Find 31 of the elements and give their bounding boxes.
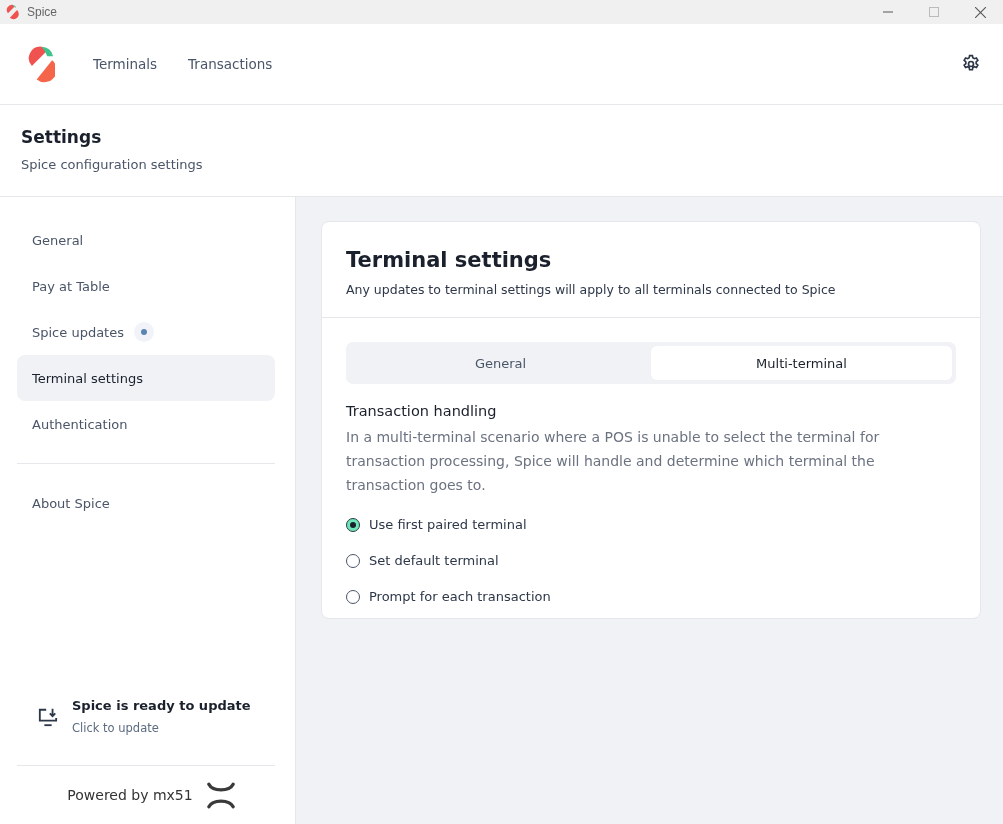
card-subtitle: Any updates to terminal settings will apply to all terminals connected to Spice [346,282,837,297]
radio-label[interactable]: Use first paired terminal [369,517,527,532]
update-link[interactable]: Click to update [72,721,251,735]
sidebar-item[interactable]: Spice updates [17,309,275,355]
page-subtitle: Spice configuration settings [21,157,204,172]
close-icon [974,6,986,18]
powered-by-text: Powered by mx51 [67,787,193,803]
settings-icon[interactable] [961,54,981,74]
section-title: Transaction handling [346,403,498,419]
card-title: Terminal settings [346,248,553,272]
maximize-icon [929,7,939,17]
brand-logo-icon [206,781,235,809]
section-description: In a multi-terminal scenario where a POS is unable to select the terminal for transaction processing, Spice will handle and determine which terminal the transaction goes to. [346,428,881,495]
update-title[interactable]: Spice is ready to update [72,698,251,713]
download-monitor-icon[interactable] [37,706,59,727]
sidebar-item[interactable]: Authentication [17,401,275,447]
page-title: Settings [21,127,103,147]
radio-label[interactable]: Set default terminal [369,553,499,568]
nav-link[interactable]: Terminals [93,56,158,72]
app-logo-icon[interactable] [28,45,55,83]
window-title: Spice [27,5,58,19]
sidebar-item[interactable]: Pay at Table [17,263,275,309]
radio-label[interactable]: Prompt for each transaction [369,589,551,604]
tab[interactable]: Multi-terminal [651,346,952,380]
tab[interactable]: General [350,346,651,380]
sidebar-item[interactable]: About Spice [17,480,275,526]
radio-button[interactable] [346,517,360,532]
app-logo-icon [6,4,19,20]
nav-link[interactable]: Transactions [188,56,273,72]
sidebar-item[interactable]: Terminal settings [17,355,275,401]
sidebar-item[interactable]: General [17,217,275,263]
